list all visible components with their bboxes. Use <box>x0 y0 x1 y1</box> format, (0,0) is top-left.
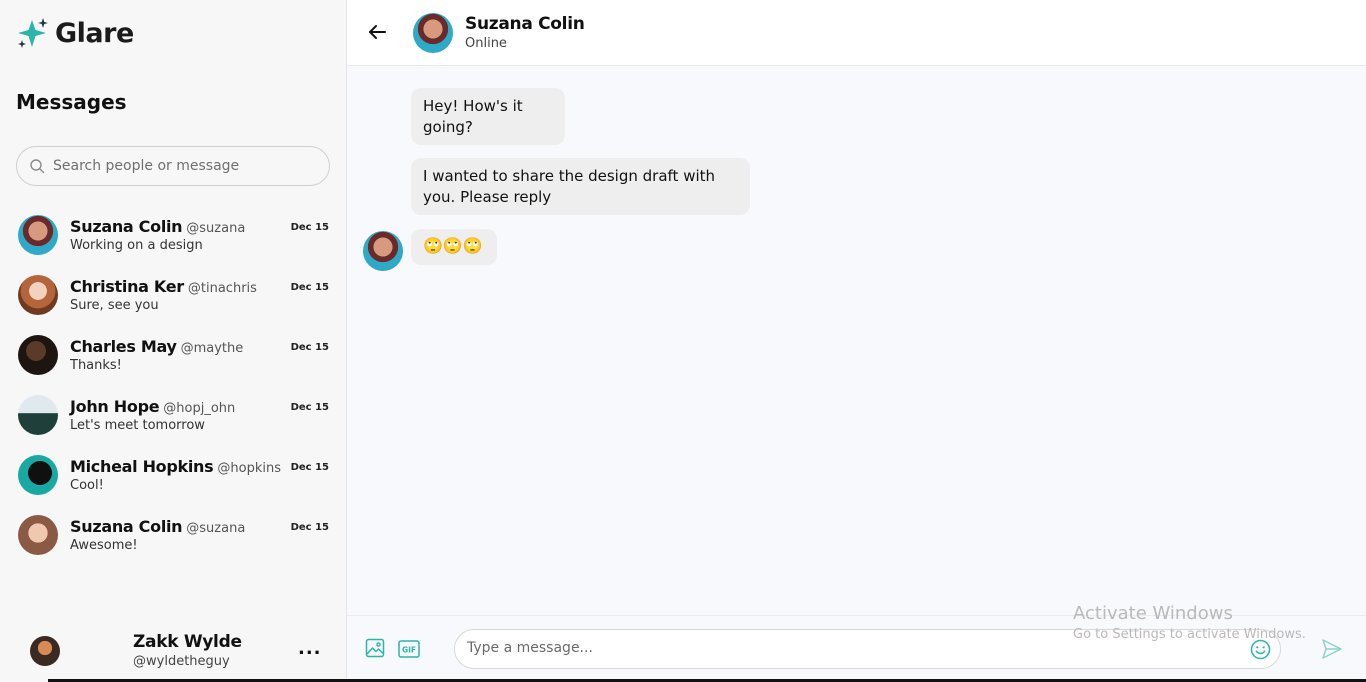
message-date: Dec 15 <box>290 222 329 233</box>
message-thread: Hey! How's it going? I wanted to share t… <box>347 66 1366 615</box>
contact-handle: @suzana <box>186 521 246 536</box>
emoji-icon[interactable] <box>1250 639 1271 660</box>
search-input[interactable] <box>53 158 313 174</box>
sparkle-logo-icon <box>18 18 48 48</box>
gif-icon[interactable]: GIF <box>398 640 420 658</box>
profile-handle: @wyldetheguy <box>133 654 230 669</box>
contact-name: Christina Ker <box>70 277 184 296</box>
message-date: Dec 15 <box>290 402 329 413</box>
image-icon[interactable] <box>365 638 385 658</box>
conversation-item[interactable]: Christina Ker @tinachris Sure, see you De… <box>0 267 347 327</box>
conversation-item[interactable]: Suzana Colin @suzana Working on a design … <box>0 207 347 267</box>
contact-handle: @hopj_ohn <box>163 401 236 416</box>
contact-name: Suzana Colin <box>70 217 183 236</box>
message-bubble: I wanted to share the design draft with … <box>411 158 750 215</box>
message-preview: Working on a design <box>70 238 203 253</box>
message-date: Dec 15 <box>290 342 329 353</box>
avatar[interactable] <box>413 13 453 53</box>
message-preview: Sure, see you <box>70 298 159 313</box>
avatar <box>18 275 58 315</box>
messages-heading: Messages <box>16 90 127 114</box>
contact-handle: @maythe <box>180 341 244 356</box>
avatar[interactable] <box>30 636 60 666</box>
contact-name: Charles May <box>70 337 177 356</box>
search-box[interactable] <box>16 146 330 186</box>
conversation-item[interactable]: John Hope @hopj_ohn Let's meet tomorrow D… <box>0 387 347 447</box>
avatar <box>18 515 58 555</box>
chat-contact-status: Online <box>465 36 507 51</box>
conversation-item[interactable]: Micheal Hopkins @hopkins Cool! Dec 15 <box>0 447 347 507</box>
conversation-list: Suzana Colin @suzana Working on a design … <box>0 207 347 567</box>
profile-name: Zakk Wylde <box>133 632 242 652</box>
contact-name: John Hope <box>70 397 160 416</box>
avatar <box>18 335 58 375</box>
more-options-button[interactable]: ... <box>298 638 322 659</box>
conversation-item[interactable]: Suzana Colin @suzana Awesome! Dec 15 <box>0 507 347 567</box>
message-date: Dec 15 <box>290 462 329 473</box>
message-bubble: Hey! How's it going? <box>411 88 565 145</box>
contact-name: Micheal Hopkins <box>70 457 214 476</box>
contact-handle: @suzana <box>186 221 246 236</box>
chat-header: Suzana Colin Online <box>347 0 1366 66</box>
activation-watermark: Activate Windows Go to Settings to activ… <box>1073 603 1306 642</box>
message-bubble: 🙄🙄🙄 <box>411 229 497 265</box>
svg-text:GIF: GIF <box>402 646 416 655</box>
contact-handle: @tinachris <box>187 281 257 296</box>
brand-name: Glare <box>55 17 134 49</box>
avatar <box>18 395 58 435</box>
sidebar: Glare Messages Suzana Colin@suzana Worki… <box>0 0 347 682</box>
message-preview: Cool! <box>70 478 104 493</box>
message-preview: Thanks! <box>70 358 122 373</box>
contact-handle: @hopkins <box>217 461 281 476</box>
watermark-subtitle: Go to Settings to activate Windows. <box>1073 627 1306 642</box>
chat-contact-name: Suzana Colin <box>465 14 585 34</box>
conversation-item[interactable]: Charles May @maythe Thanks! Dec 15 <box>0 327 347 387</box>
watermark-title: Activate Windows <box>1073 603 1233 624</box>
message-preview: Let's meet tomorrow <box>70 418 205 433</box>
message-preview: Awesome! <box>70 538 138 553</box>
user-profile: Zakk Wylde @wyldetheguy ... <box>0 620 347 682</box>
search-icon <box>30 159 45 174</box>
message-date: Dec 15 <box>290 282 329 293</box>
avatar <box>18 215 58 255</box>
logo[interactable]: Glare <box>16 16 134 50</box>
back-arrow-icon[interactable] <box>367 22 387 42</box>
message-input[interactable] <box>467 640 1227 656</box>
avatar <box>18 455 58 495</box>
send-icon[interactable] <box>1321 638 1343 660</box>
contact-name: Suzana Colin <box>70 517 183 536</box>
avatar <box>363 231 403 271</box>
message-date: Dec 15 <box>290 522 329 533</box>
